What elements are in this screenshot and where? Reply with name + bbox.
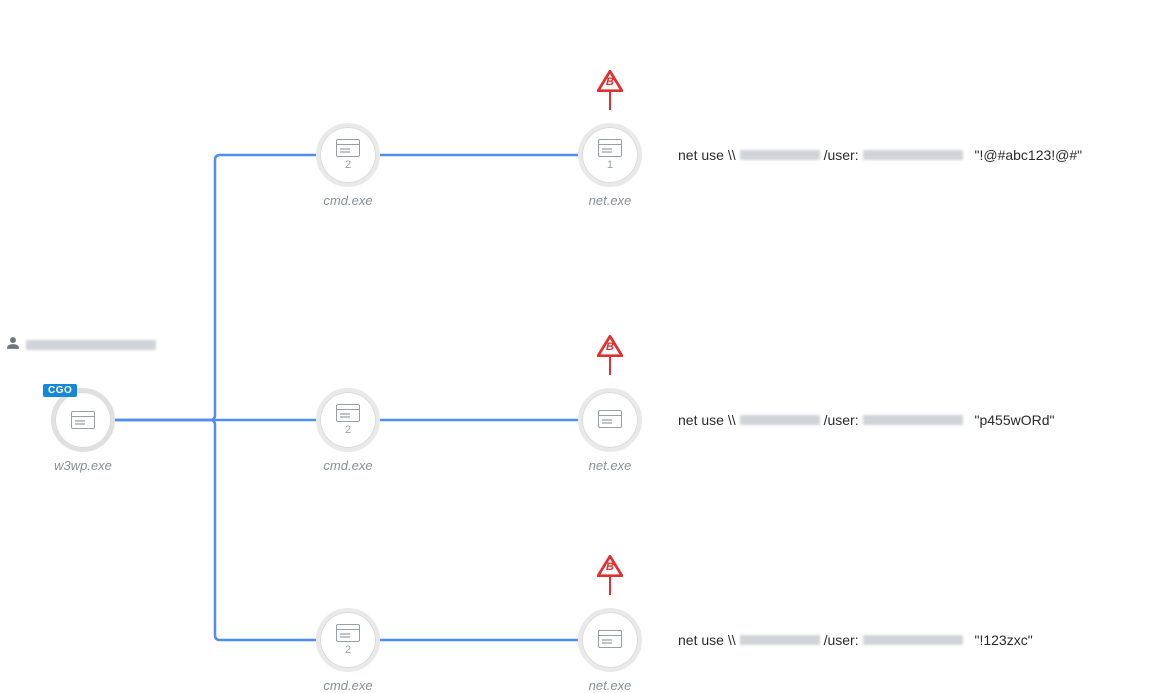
- process-node-circle[interactable]: [578, 388, 642, 452]
- process-node-label: w3wp.exe: [48, 458, 118, 473]
- process-node-circle[interactable]: 1: [578, 123, 642, 187]
- cmd-password: "p455wORd": [975, 412, 1055, 428]
- warning-connector: [609, 357, 611, 375]
- process-node-circle[interactable]: CGO: [51, 388, 115, 452]
- cmd-user-redacted: [863, 150, 963, 160]
- process-count: 2: [345, 159, 351, 171]
- warning-triangle-icon: B: [597, 70, 623, 92]
- user-icon: [6, 336, 20, 353]
- process-count: 2: [345, 424, 351, 436]
- process-node-cmd[interactable]: 2 cmd.exe: [313, 608, 383, 693]
- process-node-cmd[interactable]: 2 cmd.exe: [313, 123, 383, 208]
- process-node-label: cmd.exe: [313, 193, 383, 208]
- process-count: 2: [345, 644, 351, 656]
- cmd-user-redacted: [863, 415, 963, 425]
- warning-letter: B: [597, 561, 623, 573]
- process-node-net[interactable]: 1 net.exe: [575, 123, 645, 208]
- cmd-prefix: net use \\: [678, 147, 736, 163]
- process-node-label: cmd.exe: [313, 678, 383, 693]
- process-node-cmd[interactable]: 2 cmd.exe: [313, 388, 383, 473]
- process-node-label: net.exe: [575, 678, 645, 693]
- process-node-circle[interactable]: [578, 608, 642, 672]
- process-node-net[interactable]: net.exe: [575, 388, 645, 473]
- cmd-prefix: net use \\: [678, 412, 736, 428]
- process-node-label: net.exe: [575, 193, 645, 208]
- window-icon: [598, 630, 622, 648]
- window-icon: [336, 624, 360, 642]
- process-node-circle[interactable]: 2: [316, 123, 380, 187]
- process-node-circle[interactable]: 2: [316, 608, 380, 672]
- command-line: net use \\ /user: "p455wORd": [678, 412, 1054, 428]
- user-name-redacted: [26, 340, 156, 350]
- cmd-user-prefix: /user:: [824, 632, 859, 648]
- cmd-prefix: net use \\: [678, 632, 736, 648]
- window-icon: [336, 139, 360, 157]
- badge-cgo: CGO: [43, 384, 77, 397]
- user-identity-row: [6, 336, 156, 353]
- process-count: 1: [607, 159, 613, 171]
- command-line: net use \\ /user: "!123zxc": [678, 632, 1033, 648]
- cmd-user-prefix: /user:: [824, 412, 859, 428]
- cmd-host-redacted: [740, 150, 820, 160]
- window-icon: [598, 139, 622, 157]
- process-node-root[interactable]: CGO w3wp.exe: [48, 388, 118, 473]
- warning-triangle-icon: B: [597, 555, 623, 577]
- process-node-label: cmd.exe: [313, 458, 383, 473]
- cmd-host-redacted: [740, 415, 820, 425]
- process-node-circle[interactable]: 2: [316, 388, 380, 452]
- warning-connector: [609, 577, 611, 595]
- warning-triangle-icon: B: [597, 335, 623, 357]
- process-node-net[interactable]: net.exe: [575, 608, 645, 693]
- window-icon: [71, 411, 95, 429]
- process-node-label: net.exe: [575, 458, 645, 473]
- window-icon: [336, 404, 360, 422]
- cmd-user-prefix: /user:: [824, 147, 859, 163]
- warning-connector: [609, 92, 611, 110]
- warning-letter: B: [597, 76, 623, 88]
- warning-letter: B: [597, 341, 623, 353]
- window-icon: [598, 410, 622, 428]
- connector-layer: [0, 0, 1171, 692]
- cmd-user-redacted: [863, 635, 963, 645]
- cmd-host-redacted: [740, 635, 820, 645]
- cmd-password: "!@#abc123!@#": [975, 147, 1083, 163]
- command-line: net use \\ /user: "!@#abc123!@#": [678, 147, 1082, 163]
- cmd-password: "!123zxc": [975, 632, 1033, 648]
